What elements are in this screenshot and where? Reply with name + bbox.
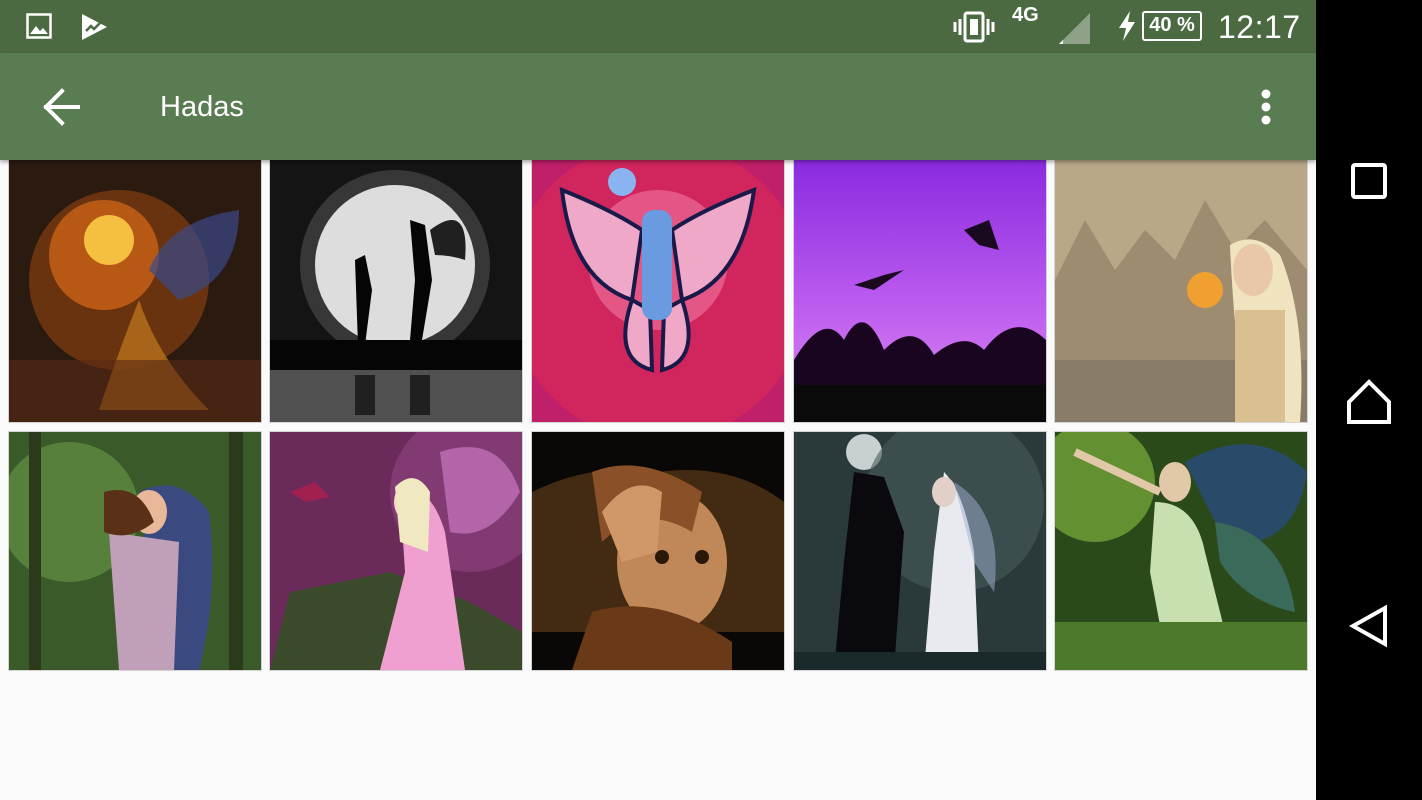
play-store-icon (82, 14, 107, 40)
status-bar: 4G 40 % 12:17 (0, 0, 1316, 53)
battery-icon: 40 % (1142, 11, 1202, 41)
clock: 12:17 (1218, 9, 1301, 45)
app-screen: 4G 40 % 12:17 Hadas (0, 0, 1316, 800)
battery-level: 40 % (1149, 14, 1195, 36)
grid-image-butterfly-fairy[interactable] (532, 160, 784, 422)
more-vert-icon[interactable] (1244, 77, 1288, 137)
grid-image-horse-fairy[interactable] (794, 432, 1046, 670)
network-type-label: 4G (1012, 4, 1039, 26)
charging-icon (1119, 11, 1135, 41)
arrow-back-icon[interactable] (28, 77, 92, 137)
app-toolbar: Hadas (0, 53, 1316, 160)
image-grid (0, 160, 1316, 680)
grid-image-moon-silhouette[interactable] (270, 160, 522, 422)
gallery-icon (26, 13, 52, 39)
grid-image-green-fairy[interactable] (1055, 432, 1307, 670)
navigation-bar (1316, 0, 1422, 800)
grid-image-purple-sky[interactable] (794, 160, 1046, 422)
page-title: Hadas (160, 91, 244, 123)
grid-image-blonde-fairy[interactable] (1055, 160, 1307, 422)
grid-image-elf-face[interactable] (532, 432, 784, 670)
grid-image-pink-fairy[interactable] (270, 432, 522, 670)
grid-image-forest-warriors[interactable] (9, 432, 261, 670)
signal-icon (1059, 13, 1090, 44)
back-triangle-icon[interactable] (1339, 596, 1399, 656)
home-icon[interactable] (1339, 372, 1399, 432)
recents-icon[interactable] (1339, 152, 1399, 212)
vibrate-icon (953, 11, 995, 43)
grid-image-fire-fairy[interactable] (9, 160, 261, 422)
